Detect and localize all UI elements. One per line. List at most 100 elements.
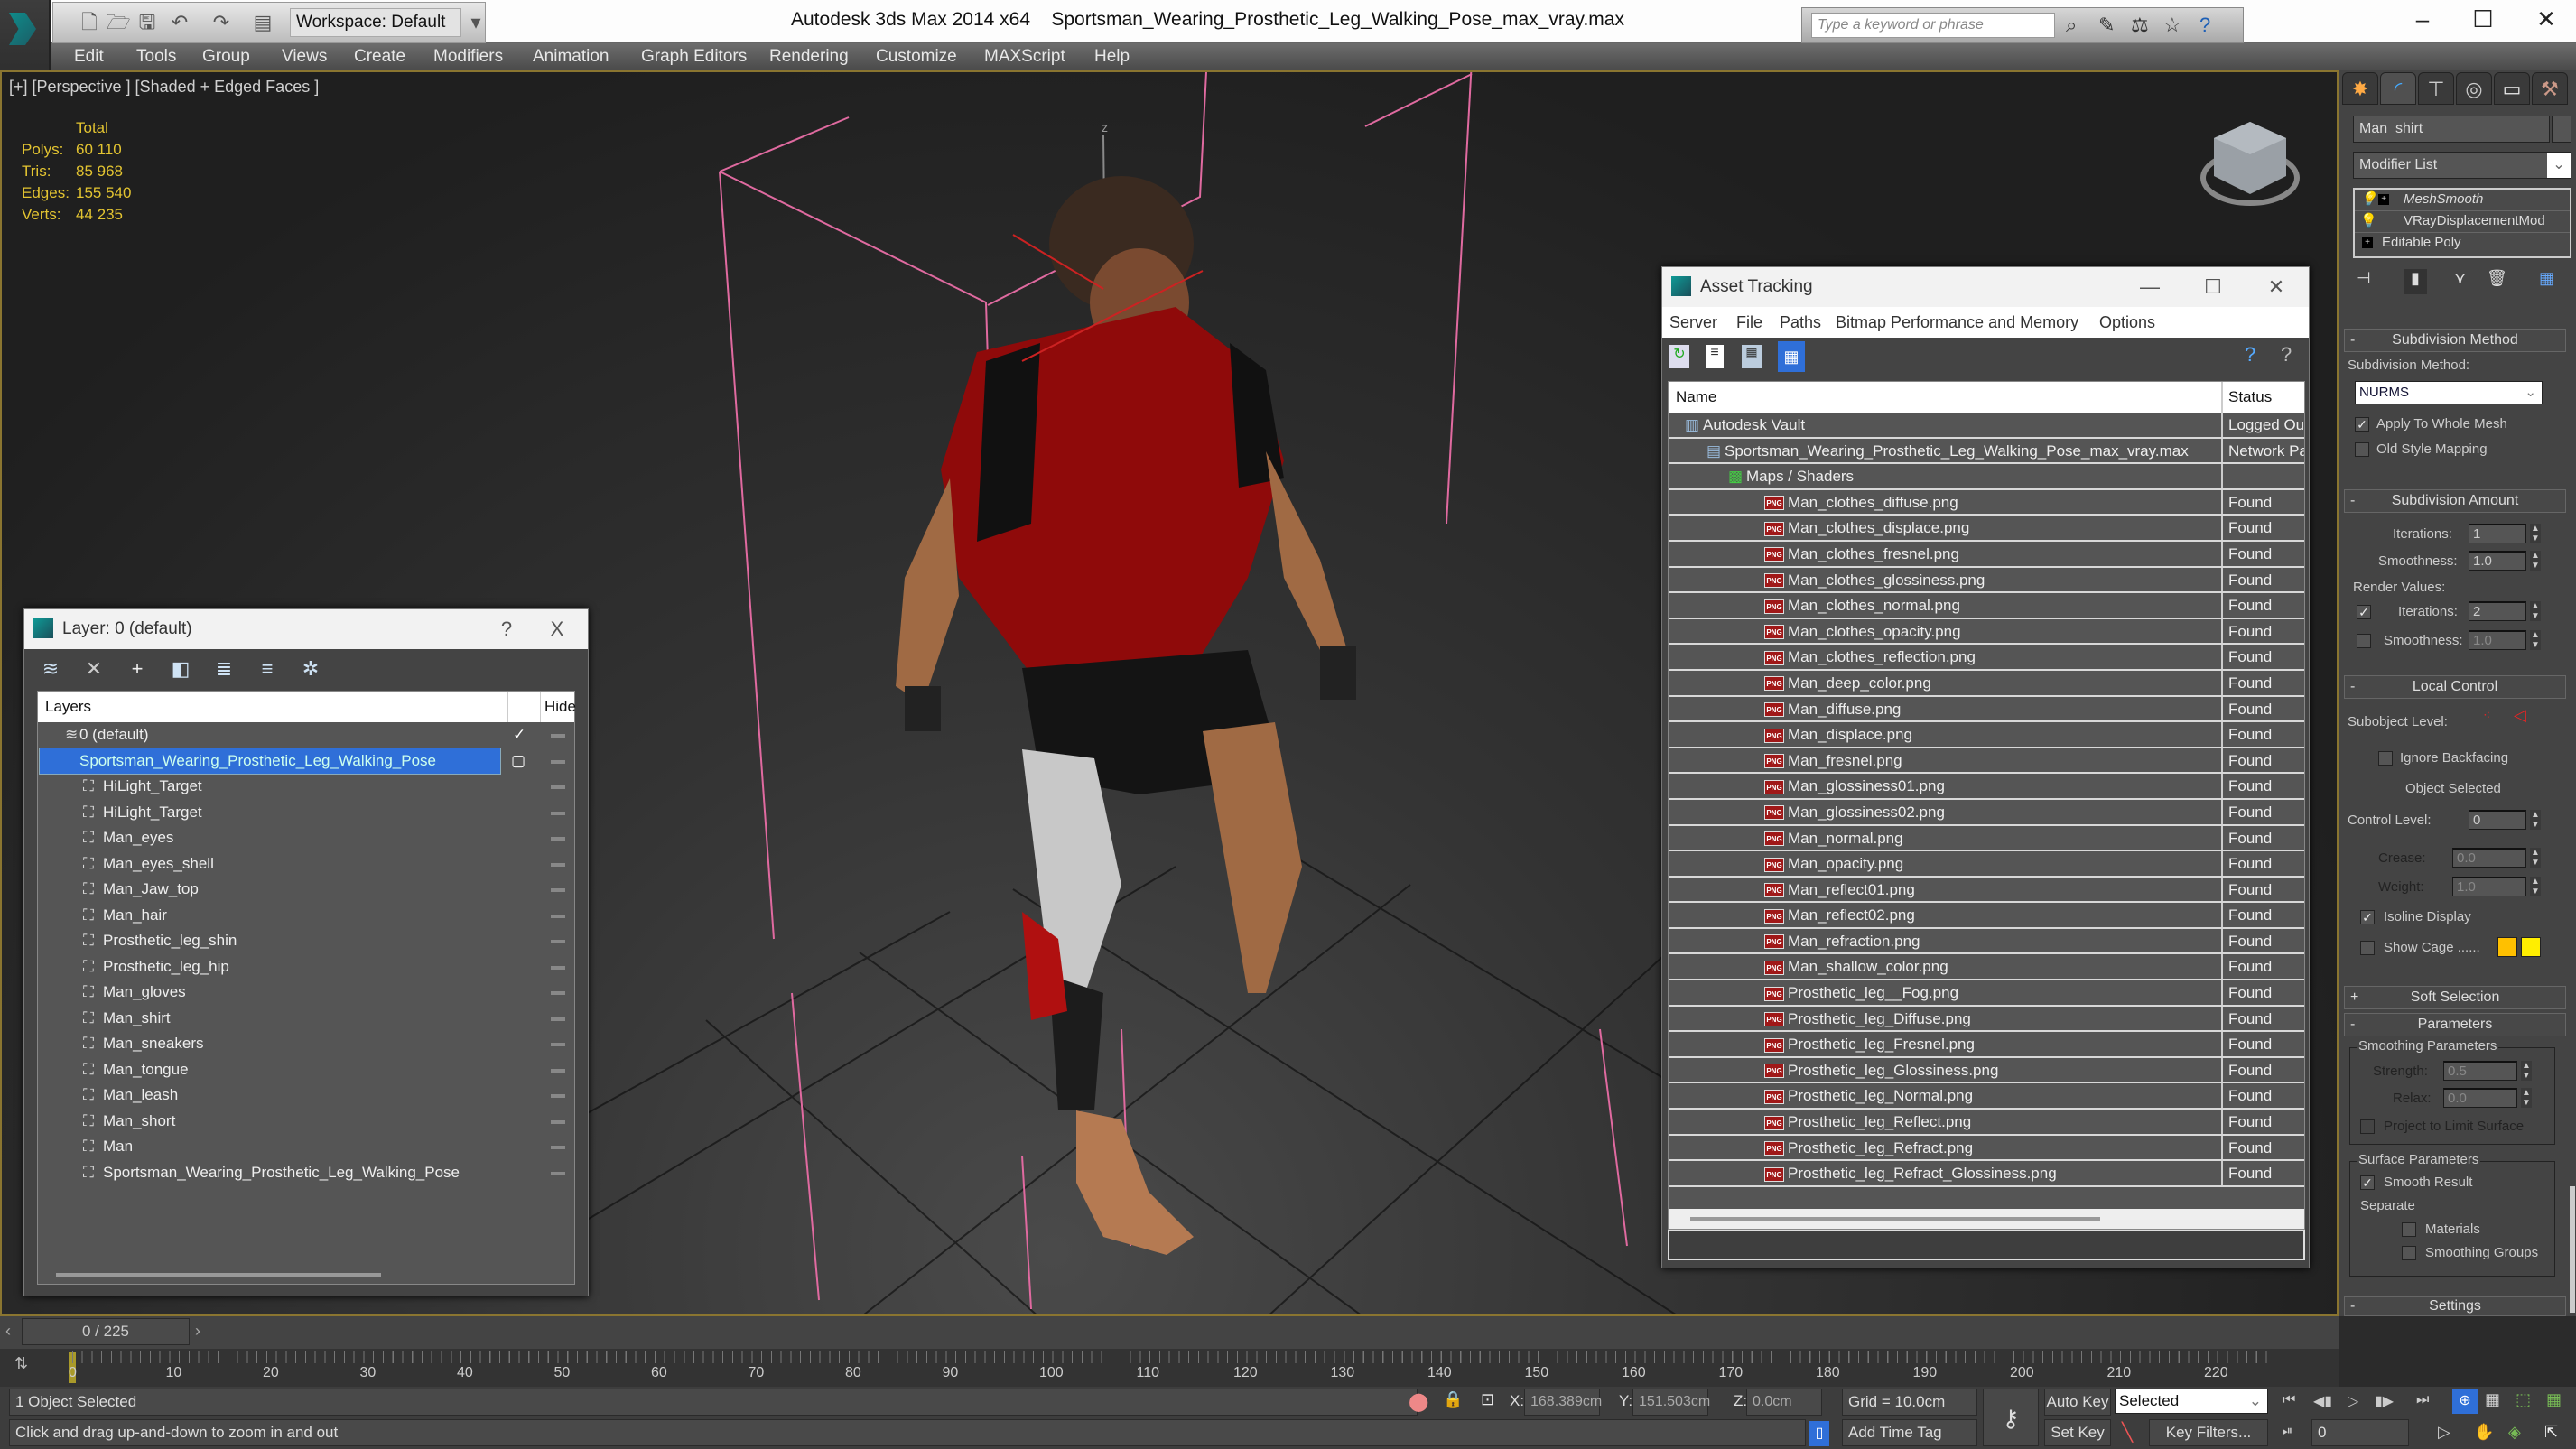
- column-hide[interactable]: Hide: [540, 692, 576, 722]
- new-file-icon[interactable]: 🗋: [77, 10, 102, 35]
- column-name[interactable]: Name: [1676, 382, 1716, 413]
- detail-view-icon[interactable]: ▦: [1742, 345, 1762, 368]
- zoom-extents-all-icon[interactable]: ▦: [2546, 1390, 2562, 1409]
- asset-file-row[interactable]: PNG Man_clothes_diffuse.png Found: [1669, 489, 2304, 516]
- object-name-field[interactable]: Man_shirt: [2353, 116, 2550, 143]
- asset-file-row[interactable]: PNG Man_reflect01.png Found: [1669, 877, 2304, 904]
- key-filters-button[interactable]: Key Filters...: [2149, 1419, 2268, 1446]
- asset-file-row[interactable]: PNG Prosthetic_leg_Glossiness.png Found: [1669, 1057, 2304, 1084]
- minimize-button[interactable]: —: [2132, 267, 2168, 307]
- asset-file-row[interactable]: PNG Man_glossiness02.png Found: [1669, 799, 2304, 826]
- utilities-tab-icon[interactable]: ⚒: [2532, 72, 2568, 105]
- asset-dialog-titlebar[interactable]: Asset Tracking — ☐ ✕: [1662, 267, 2309, 307]
- next-key-icon[interactable]: ▮▶: [2375, 1392, 2394, 1410]
- cage-selection-color-swatch[interactable]: [2521, 937, 2541, 957]
- asset-file-row[interactable]: PNG Man_clothes_displace.png Found: [1669, 516, 2304, 542]
- render-iterations-checkbox[interactable]: ✓: [2357, 605, 2371, 619]
- next-frame-icon[interactable]: ›: [195, 1322, 200, 1341]
- list-view-icon[interactable]: ≡: [1706, 345, 1724, 368]
- rollout-settings[interactable]: - Settings: [2344, 1296, 2566, 1316]
- menu-graph-editors[interactable]: Graph Editors: [641, 47, 747, 67]
- show-end-result-icon[interactable]: ▮: [2404, 269, 2427, 294]
- help-icon[interactable]: ?: [2199, 14, 2210, 37]
- hide-toggle[interactable]: [551, 888, 565, 892]
- old-style-mapping-checkbox[interactable]: [2355, 442, 2369, 457]
- asset-table-hscrollbar[interactable]: [1669, 1209, 2304, 1229]
- asset-file-row[interactable]: PNG Prosthetic_leg__Fog.png Found: [1669, 980, 2304, 1007]
- open-file-icon[interactable]: 🗁: [106, 10, 131, 35]
- spinner-arrows-icon[interactable]: ▲ ▼: [2530, 630, 2541, 650]
- project-folder-icon[interactable]: ▤: [250, 10, 275, 35]
- asset-file-row[interactable]: PNG Man_shallow_color.png Found: [1669, 954, 2304, 981]
- close-button[interactable]: X: [539, 609, 575, 649]
- go-to-start-icon[interactable]: ⏮: [2283, 1392, 2295, 1408]
- smooth-result-checkbox[interactable]: ✓: [2360, 1175, 2375, 1190]
- asset-file-row[interactable]: PNG Man_deep_color.png Found: [1669, 670, 2304, 697]
- spinner-arrows-icon[interactable]: ▲ ▼: [2530, 877, 2541, 896]
- cage-color-swatch[interactable]: [2497, 937, 2517, 957]
- menu-server[interactable]: Server: [1669, 307, 1717, 338]
- time-slider-thumb[interactable]: 0 / 225: [22, 1318, 190, 1345]
- maximize-button[interactable]: ☐: [2195, 267, 2231, 307]
- orbit-icon[interactable]: ◈: [2508, 1423, 2521, 1442]
- workspace-dropdown[interactable]: Workspace: Default: [290, 8, 461, 37]
- project-limit-checkbox[interactable]: [2360, 1119, 2375, 1134]
- highlight-layer-icon[interactable]: ≡: [256, 657, 279, 681]
- object-row[interactable]: ⛶ HiLight_Target: [38, 800, 574, 826]
- asset-file-row[interactable]: PNG Man_normal.png Found: [1669, 825, 2304, 852]
- asset-file-row[interactable]: PNG Man_refraction.png Found: [1669, 928, 2304, 955]
- track-bar[interactable]: ⇅ 0 10 20 30 40 50 60 70 80 90 100 110 120 130 140 150 1…: [0, 1349, 2339, 1387]
- current-frame-field[interactable]: 0: [2311, 1419, 2409, 1446]
- rollout-subdivision-method[interactable]: - Subdivision Method: [2344, 329, 2566, 352]
- menu-rendering[interactable]: Rendering: [769, 47, 849, 67]
- previous-key-icon[interactable]: ◀▮: [2313, 1392, 2332, 1410]
- object-row[interactable]: ⛶ Man_gloves: [38, 980, 574, 1006]
- set-key-mode-key-icon[interactable]: ⚷: [1983, 1389, 2039, 1446]
- previous-frame-icon[interactable]: ‹: [5, 1322, 11, 1341]
- maximize-viewport-icon[interactable]: ⇱: [2544, 1423, 2558, 1442]
- close-button[interactable]: ✕: [2258, 267, 2294, 307]
- make-unique-icon[interactable]: ⋎: [2454, 269, 2466, 288]
- spinner-arrows-icon[interactable]: ▲ ▼: [2530, 810, 2541, 830]
- asset-file-row[interactable]: PNG Prosthetic_leg_Diffuse.png Found: [1669, 1006, 2304, 1033]
- add-to-layer-icon[interactable]: +: [126, 657, 149, 681]
- smoothness-spinner[interactable]: 1.0: [2469, 551, 2526, 571]
- menu-help[interactable]: Help: [1094, 47, 1130, 67]
- favorites-star-icon[interactable]: ☆: [2163, 14, 2181, 37]
- render-iterations-spinner[interactable]: 2: [2469, 601, 2526, 621]
- asset-file-row[interactable]: PNG Prosthetic_leg_Fresnel.png Found: [1669, 1032, 2304, 1058]
- field-of-view-icon[interactable]: ▷: [2438, 1423, 2450, 1442]
- table-view-icon[interactable]: ▦: [1778, 341, 1805, 372]
- layer-list-hscrollbar[interactable]: [56, 1273, 381, 1277]
- time-tag-icon[interactable]: ▯: [1809, 1421, 1829, 1446]
- key-mode-toggle-icon[interactable]: ╲: [2122, 1421, 2133, 1444]
- stack-item-vraydisplacement[interactable]: 💡 VRayDisplacementMod: [2355, 211, 2570, 233]
- asset-tree-row[interactable]: ▤ Sportsman_Wearing_Prosthetic_Leg_Walkin…: [1669, 438, 2304, 465]
- maximize-button[interactable]: ☐: [2460, 5, 2506, 33]
- relax-spinner[interactable]: 0.0: [2443, 1088, 2517, 1108]
- modifier-list-dropdown[interactable]: Modifier List ⌄: [2353, 152, 2571, 179]
- layer-settings-icon[interactable]: ✲: [299, 657, 322, 681]
- hide-toggle[interactable]: [551, 965, 565, 970]
- layer-row[interactable]: ⊟≋Sportsman_Wearing_Prosthetic_Leg_Walki…: [38, 747, 574, 775]
- communication-icon[interactable]: ✎: [2098, 14, 2115, 37]
- hide-toggle[interactable]: [551, 914, 565, 918]
- configure-modifier-sets-icon[interactable]: ▦: [2539, 269, 2554, 288]
- create-tab-icon[interactable]: ✸: [2342, 72, 2378, 105]
- column-layers[interactable]: Layers: [45, 692, 91, 722]
- hide-toggle[interactable]: [551, 1094, 565, 1098]
- asset-file-row[interactable]: PNG Prosthetic_leg_Refract_Glossiness.png…: [1669, 1161, 2304, 1187]
- help-icon[interactable]: ?: [2245, 343, 2255, 367]
- menu-edit[interactable]: Edit: [74, 47, 104, 67]
- set-key-button[interactable]: Set Key: [2044, 1419, 2111, 1446]
- zoom-extents-icon[interactable]: ⬚: [2516, 1390, 2531, 1409]
- asset-file-row[interactable]: PNG Man_clothes_normal.png Found: [1669, 593, 2304, 619]
- absolute-mode-icon[interactable]: ⊡: [1481, 1390, 1494, 1409]
- current-layer-check-icon[interactable]: ✓: [513, 722, 525, 748]
- object-row[interactable]: ⛶ Prosthetic_leg_hip: [38, 954, 574, 980]
- asset-file-row[interactable]: PNG Prosthetic_leg_Reflect.png Found: [1669, 1110, 2304, 1136]
- isoline-display-checkbox[interactable]: ✓: [2360, 910, 2375, 924]
- asset-file-row[interactable]: PNG Man_opacity.png Found: [1669, 851, 2304, 878]
- hide-toggle[interactable]: [551, 1171, 565, 1175]
- add-time-tag-button[interactable]: Add Time Tag: [1842, 1419, 1977, 1446]
